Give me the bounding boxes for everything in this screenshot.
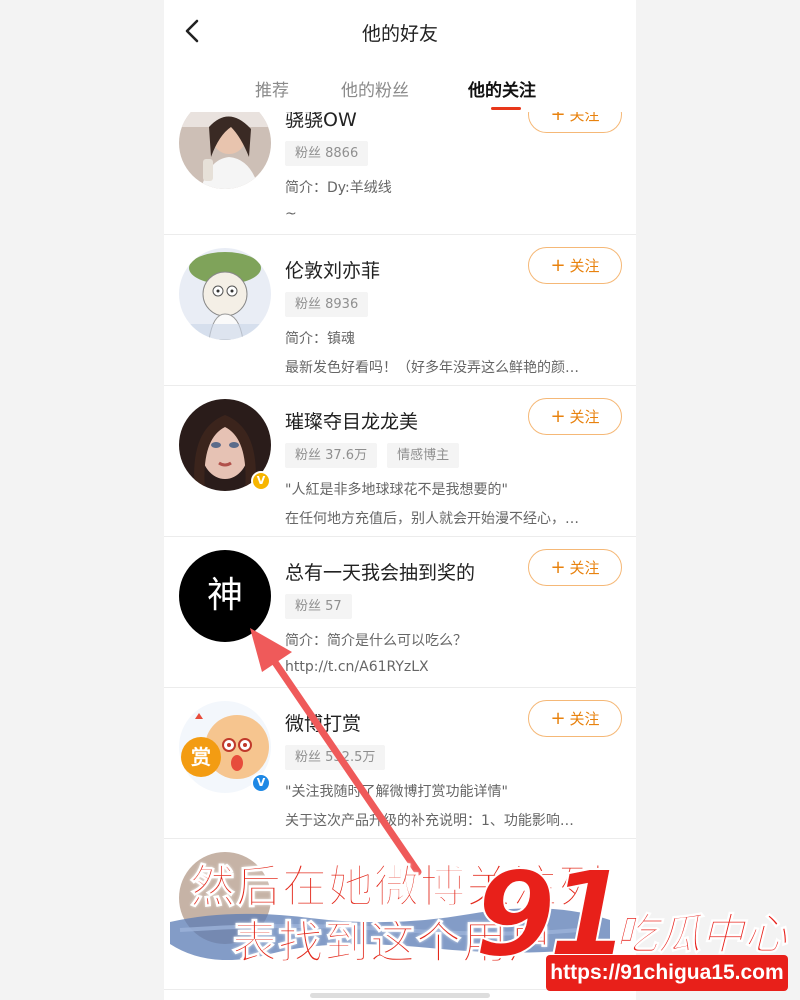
- user-name[interactable]: 璀璨夺目龙龙美: [285, 407, 418, 434]
- tag-row: 粉丝 57: [285, 594, 352, 619]
- follow-label: 关注: [569, 408, 600, 426]
- user-name[interactable]: 微博打赏: [285, 709, 361, 736]
- cartoon-character-icon: [179, 248, 271, 340]
- bio-text: "人紅是非多地球球花不是我想要的": [285, 482, 508, 498]
- list-item[interactable]: V 璀璨夺目龙龙美 粉丝 37.6万 情感博主 "人紅是非多地球球花不是我想要的…: [164, 386, 636, 537]
- plus-icon: +: [550, 112, 566, 125]
- active-tab-indicator: [491, 107, 521, 110]
- bio-text: 简介：简介是什么可以吃么？: [285, 633, 467, 649]
- fans-count-tag: 粉丝 57: [285, 594, 352, 619]
- tag-row: 粉丝 8866: [285, 141, 369, 166]
- follow-button[interactable]: + 关注: [528, 398, 622, 435]
- follow-label: 关注: [569, 710, 600, 728]
- plus-icon: +: [550, 557, 566, 578]
- avatar-character: 赏: [191, 745, 211, 769]
- user-name[interactable]: 总有一天我会抽到奖的: [285, 558, 475, 585]
- bio-text: 简介：Dy:羊绒线: [285, 180, 392, 196]
- follow-label: 关注: [569, 112, 600, 124]
- list-item[interactable]: 伦敦刘亦菲 粉丝 8936 简介：镇魂 最新发色好看吗！（好多年没弄这么鲜艳的颜…: [164, 235, 636, 386]
- user-photo-icon: [179, 112, 271, 189]
- fans-count-tag: 粉丝 37.6万: [285, 443, 378, 468]
- follow-button[interactable]: + 关注: [528, 549, 622, 586]
- avatar-character: 神: [206, 575, 243, 616]
- tab-following[interactable]: 他的关注: [468, 76, 536, 101]
- list-item[interactable]: 骁骁OW 粉丝 8866 简介：Dy:羊绒线 ~ + 关注: [164, 112, 636, 235]
- list-item[interactable]: 神 总有一天我会抽到奖的 粉丝 57 简介：简介是什么可以吃么？ http://…: [164, 537, 636, 688]
- top-bar: 他的好友: [164, 0, 636, 62]
- watermark-logo-text: 吃瓜中心: [615, 910, 788, 961]
- tag-row: 粉丝 37.6万 情感博主: [285, 443, 460, 468]
- tab-bar: 推荐 他的粉丝 他的关注: [164, 62, 636, 112]
- home-indicator: [310, 993, 490, 998]
- follow-label: 关注: [569, 559, 600, 577]
- plus-icon: +: [550, 406, 566, 427]
- description-text[interactable]: http://t.cn/A61RYzLX: [285, 659, 620, 675]
- list-item[interactable]: 赏 V 微博打赏 粉丝 532.5万 "关注我随时了解微博打赏功能详情" 关于这…: [164, 688, 636, 839]
- user-name[interactable]: 伦敦刘亦菲: [285, 256, 380, 283]
- fans-count-tag: 粉丝 532.5万: [285, 745, 386, 770]
- description-text: 最新发色好看吗！（好多年没弄这么鲜艳的颜…: [285, 360, 579, 376]
- plus-icon: +: [550, 255, 566, 276]
- watermark-url: https://91chigua15.com: [546, 955, 788, 991]
- verified-badge-icon: V: [251, 773, 271, 793]
- plus-icon: +: [550, 708, 566, 729]
- tag-row: 粉丝 8936: [285, 292, 369, 317]
- fans-count-tag: 粉丝 8936: [285, 292, 369, 317]
- bio-text: "关注我随时了解微博打赏功能详情": [285, 784, 508, 800]
- avatar[interactable]: [179, 248, 271, 340]
- tab-recommend[interactable]: 推荐: [255, 76, 289, 101]
- follow-button[interactable]: + 关注: [528, 247, 622, 284]
- description-text: 关于这次产品升级的补充说明：1、功能影响…: [285, 813, 574, 829]
- follow-button[interactable]: + 关注: [528, 112, 622, 133]
- avatar[interactable]: 神: [179, 550, 271, 642]
- avatar[interactable]: [179, 112, 271, 189]
- follow-button[interactable]: + 关注: [528, 700, 622, 737]
- tag-row: 粉丝 532.5万: [285, 745, 386, 770]
- tab-fans[interactable]: 他的粉丝: [341, 76, 409, 101]
- fans-count-tag: 粉丝 8866: [285, 141, 369, 166]
- follow-label: 关注: [569, 257, 600, 275]
- description-text: 在任何地方充值后，别人就会开始漫不经心，…: [285, 511, 579, 527]
- verified-badge-icon: V: [251, 471, 271, 491]
- category-tag: 情感博主: [387, 443, 460, 468]
- bio-text: 简介：镇魂: [285, 331, 355, 347]
- description-text: ~: [285, 206, 297, 222]
- user-name[interactable]: 骁骁OW: [285, 112, 357, 132]
- page-title: 他的好友: [361, 23, 438, 45]
